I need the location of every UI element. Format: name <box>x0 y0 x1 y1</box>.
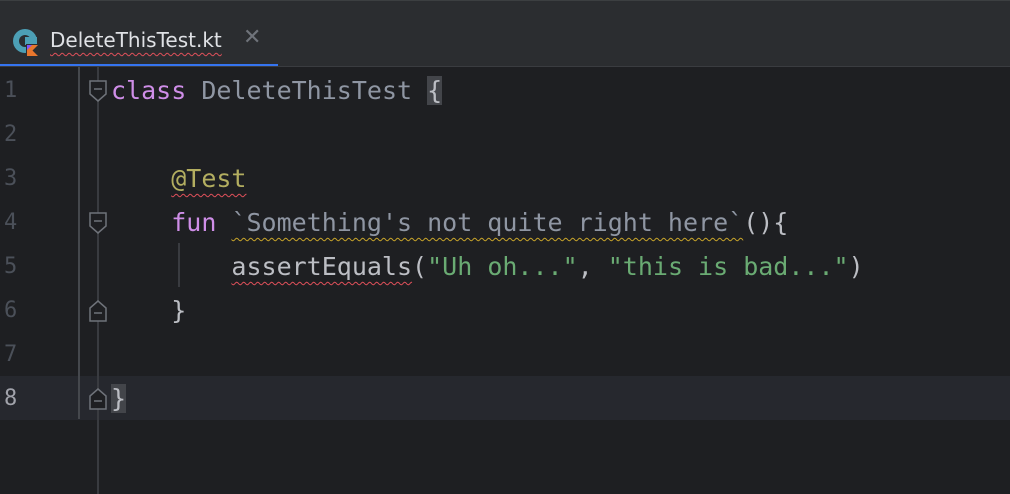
fold-close-icon[interactable] <box>89 300 107 322</box>
code-token: class <box>111 76 187 105</box>
tab-deletethistest-kt[interactable]: DeleteThisTest.kt ✕ <box>0 15 278 68</box>
ide-window: DeleteThisTest.kt ✕ 1 class DeleteThisTes… <box>0 0 1010 494</box>
code-editor[interactable]: 1 class DeleteThisTest {2 3 @Test 4 fun `So… <box>0 67 1010 494</box>
line-number: 4 <box>4 210 18 235</box>
code-token: DeleteThisTest <box>201 76 413 105</box>
line-number: 5 <box>4 254 18 279</box>
code-line[interactable]: class DeleteThisTest { <box>111 69 443 113</box>
editor-tab-bar: DeleteThisTest.kt ✕ <box>0 0 1010 68</box>
fold-close-icon[interactable] <box>89 388 107 410</box>
code-token: { <box>427 76 443 105</box>
code-token: @Test <box>171 164 247 193</box>
code-token: , <box>577 252 608 281</box>
code-line[interactable]: } <box>111 377 127 421</box>
line-number: 3 <box>4 166 18 191</box>
line-number: 6 <box>4 298 18 323</box>
code-line[interactable]: } <box>111 289 186 333</box>
fold-rail <box>97 67 99 494</box>
code-token: "Uh oh..." <box>427 252 578 281</box>
fold-open-icon[interactable] <box>89 80 107 102</box>
code-token: (){ <box>743 208 789 237</box>
code-token: "this is bad..." <box>607 252 849 281</box>
tab-title: DeleteThisTest.kt <box>50 28 222 52</box>
code-token: assertEquals <box>231 252 413 281</box>
kotlin-class-file-icon <box>13 29 39 56</box>
code-line[interactable]: @Test <box>111 157 246 201</box>
line-number: 8 <box>4 386 18 411</box>
code-line[interactable]: assertEquals("Uh oh...", "this is bad...… <box>111 245 864 289</box>
code-line[interactable]: fun `Something's not quite right here`()… <box>111 201 788 245</box>
line-number: 2 <box>4 122 18 147</box>
code-token: ( <box>412 252 428 281</box>
close-icon[interactable]: ✕ <box>243 27 261 49</box>
code-token: `Something's not quite right here` <box>231 208 744 237</box>
current-line-highlight <box>0 376 1010 420</box>
code-token: } <box>111 384 127 413</box>
code-token: } <box>171 296 187 325</box>
code-token: ) <box>848 252 864 281</box>
line-number: 1 <box>4 78 18 103</box>
code-token: fun <box>171 208 217 237</box>
line-number: 7 <box>4 342 18 367</box>
gutter-separator <box>78 67 80 419</box>
fold-open-icon[interactable] <box>89 212 107 234</box>
